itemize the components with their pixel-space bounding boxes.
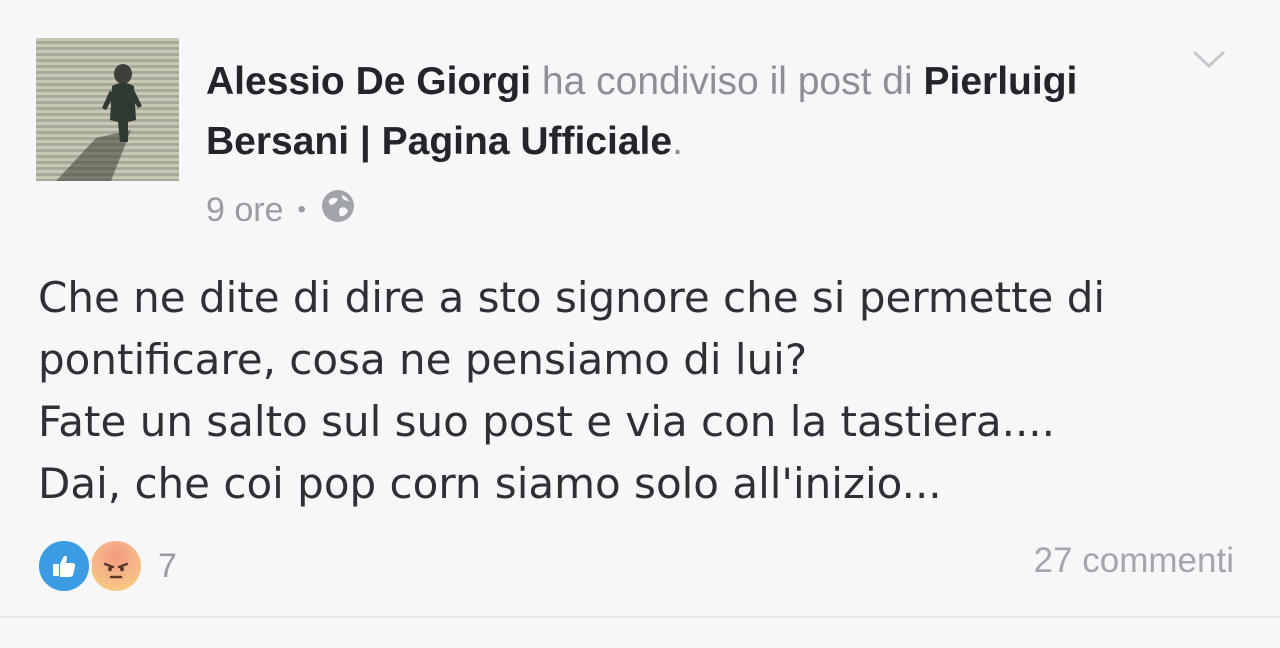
angry-face-icon (88, 538, 144, 594)
chevron-down-icon[interactable] (1190, 44, 1228, 74)
meta-separator: • (297, 196, 306, 223)
post-header: Alessio De Giorgi ha condiviso il post d… (206, 52, 1166, 172)
action-text: ha condiviso il post di (531, 60, 924, 103)
reaction-count: 7 (158, 546, 177, 585)
globe-icon (320, 188, 356, 233)
post-time[interactable]: 9 ore (206, 191, 284, 230)
post-body-line: Fate un salto sul suo post e via con la … (38, 397, 1056, 446)
comments-count[interactable]: 27 commenti (1034, 541, 1234, 581)
post-card: Alessio De Giorgi ha condiviso il post d… (0, 0, 1280, 648)
post-meta: 9 ore • (206, 188, 356, 232)
post-body: Che ne dite di dire a sto signore che si… (38, 267, 1238, 515)
period: . (672, 120, 683, 163)
author-name[interactable]: Alessio De Giorgi (206, 60, 531, 103)
thumbs-up-icon (36, 538, 92, 594)
post-body-line: Che ne dite di dire a sto signore che si… (38, 273, 1106, 322)
avatar-image (56, 64, 142, 181)
avatar[interactable] (36, 38, 179, 181)
post-body-line: pontificare, cosa ne pensiamo di lui? (38, 335, 808, 384)
divider (0, 616, 1280, 618)
reactions-summary[interactable]: 7 (36, 536, 177, 596)
post-body-line: Dai, che coi pop corn siamo solo all'ini… (38, 459, 942, 508)
